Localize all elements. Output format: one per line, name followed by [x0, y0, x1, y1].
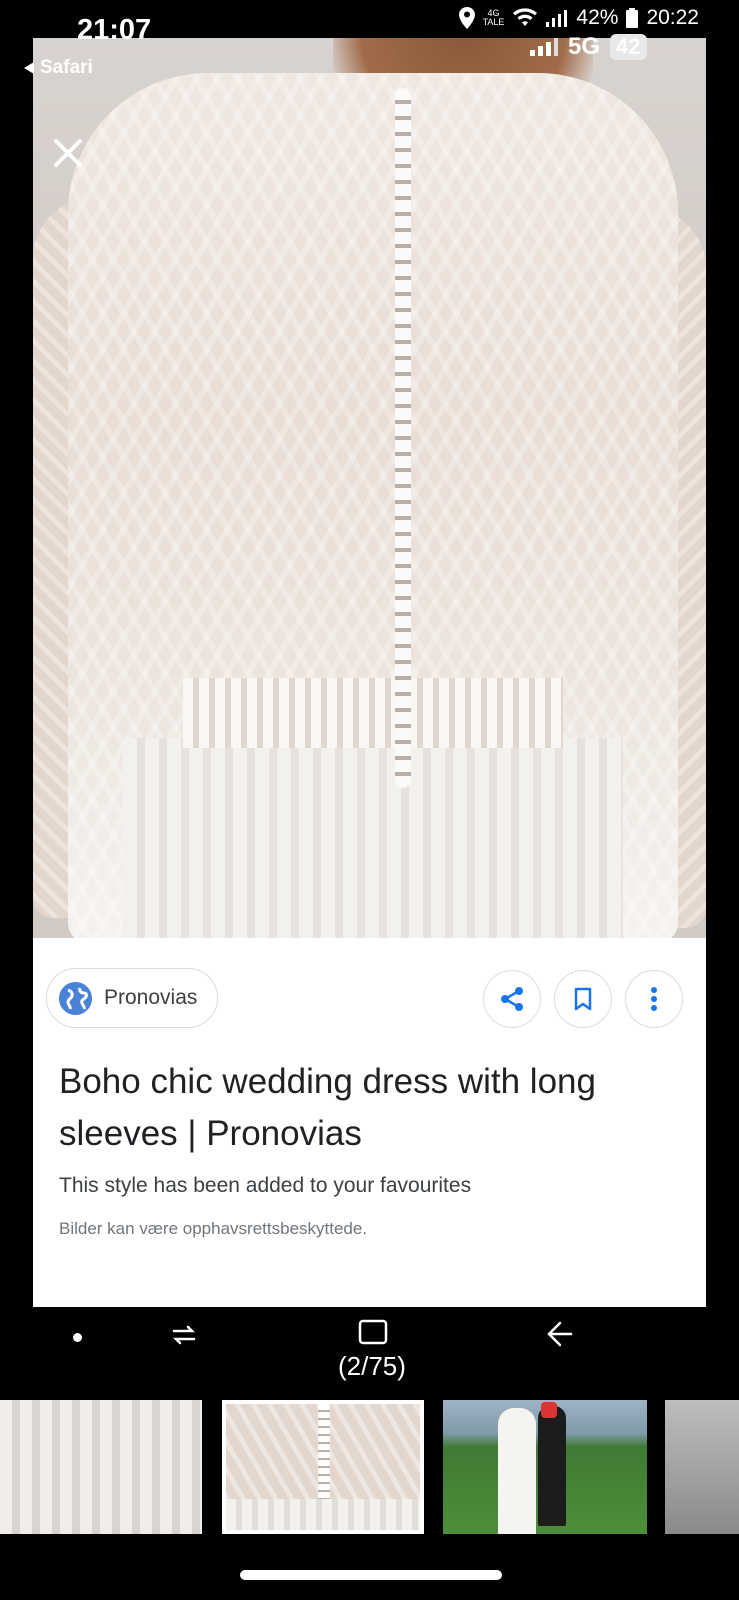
waistband — [183, 678, 563, 748]
skirt — [123, 738, 623, 938]
close-icon[interactable] — [48, 133, 88, 173]
location-icon — [458, 7, 475, 29]
thumbnail-groom — [538, 1406, 566, 1526]
thumbnail-bride — [498, 1408, 536, 1534]
more-vertical-icon — [651, 987, 657, 1011]
bookmark-icon — [574, 987, 592, 1011]
share-icon — [501, 987, 523, 1011]
back-arrow-icon[interactable] — [546, 1321, 574, 1347]
home-indicator[interactable] — [240, 1570, 502, 1580]
thumbnail-redacted-face — [541, 1402, 557, 1418]
image-info-card: Pronovias Boho chic wedding dress with l… — [33, 938, 706, 1307]
thumbnail-selected[interactable] — [222, 1400, 424, 1534]
thumbnail-strip — [0, 1400, 739, 1536]
image-title[interactable]: Boho chic wedding dress with long sleeve… — [59, 1056, 679, 1160]
back-to-safari[interactable]: Safari — [24, 57, 93, 79]
back-buttons — [395, 88, 411, 788]
status-time: 20:22 — [646, 6, 699, 29]
thumbnail[interactable] — [0, 1400, 202, 1534]
thumbnail-skirt — [226, 1499, 420, 1530]
source-label: Pronovias — [104, 986, 198, 1009]
globe-icon — [59, 981, 92, 1015]
network-tag: 4G TALE — [482, 8, 505, 27]
signal-icon — [546, 10, 568, 27]
home-square-icon[interactable] — [358, 1319, 388, 1345]
inner-time: 21:07 — [77, 14, 152, 46]
wifi-icon — [513, 8, 538, 26]
inner-status-right: 5G 42 — [530, 33, 647, 61]
image-subtitle: This style has been added to your favour… — [59, 1174, 472, 1197]
back-triangle-icon — [24, 62, 34, 74]
share-button[interactable] — [483, 970, 541, 1028]
thumbnail[interactable] — [665, 1400, 739, 1534]
thumbnail[interactable] — [443, 1400, 647, 1534]
recents-icon[interactable] — [170, 1321, 198, 1349]
thumbnail-buttons — [318, 1404, 330, 1499]
copyright-notice: Bilder kan være opphavsrettsbeskyttede. — [59, 1219, 368, 1238]
image-counter: (2/75) — [338, 1351, 406, 1381]
battery-percent: 42% — [576, 6, 619, 29]
battery-icon — [626, 8, 639, 28]
inner-battery: 42 — [610, 34, 647, 60]
more-options-button[interactable] — [625, 970, 683, 1028]
back-app-label: Safari — [40, 57, 93, 78]
inner-signal-icon — [530, 38, 558, 56]
save-button[interactable] — [554, 970, 612, 1028]
dress-image[interactable] — [33, 38, 706, 938]
dot-indicator-icon — [73, 1333, 82, 1342]
source-chip[interactable]: Pronovias — [46, 968, 219, 1028]
inner-network: 5G — [568, 33, 601, 60]
